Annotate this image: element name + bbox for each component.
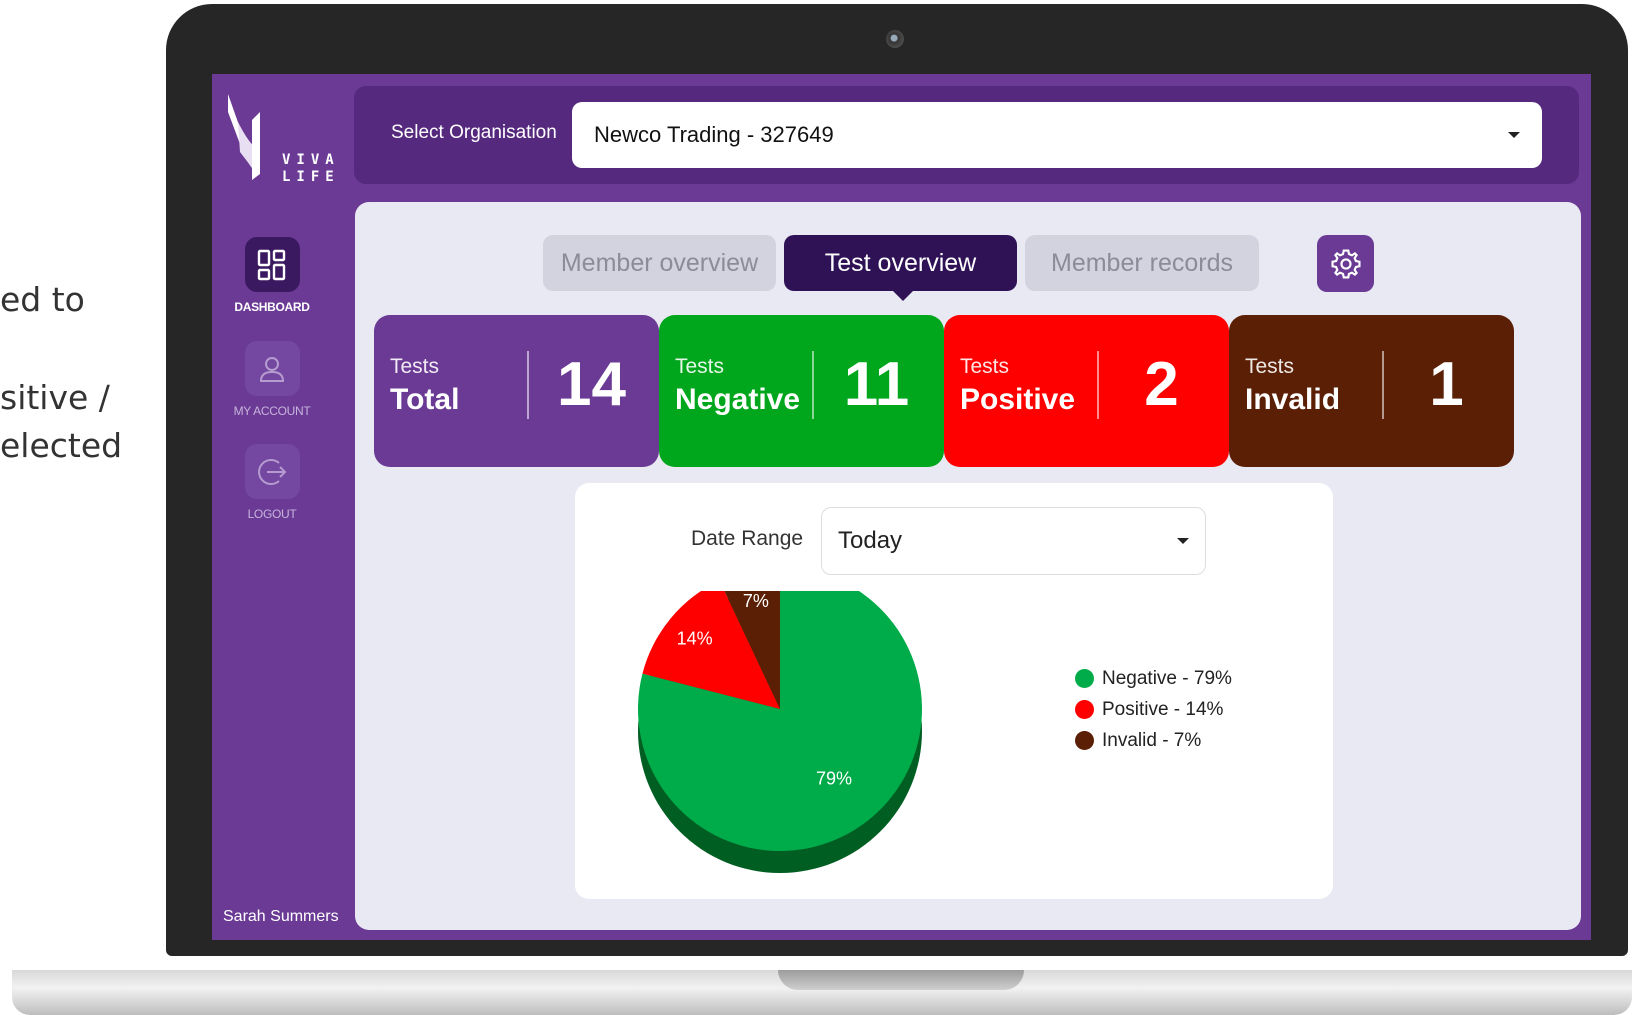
divider <box>812 351 814 419</box>
sidebar-item-label: MY ACCOUNT <box>233 404 311 418</box>
chevron-down-icon <box>1177 538 1189 544</box>
stat-card-value: 11 <box>843 350 910 419</box>
date-range-select[interactable]: Today <box>821 507 1206 575</box>
sidebar-item-logout[interactable]: LOGOUT <box>212 444 332 521</box>
stat-card-title: Total <box>390 383 460 416</box>
viva-life-logo[interactable]: VIVA LIFE <box>226 92 334 185</box>
legend-label: Invalid - 7% <box>1102 729 1202 751</box>
stat-card-positive: Tests Positive 2 <box>944 315 1229 467</box>
stat-card-caption: Tests <box>675 355 725 378</box>
legend-swatch <box>1075 669 1094 688</box>
organisation-bar: Select Organisation Newco Trading - 3276… <box>354 86 1579 184</box>
stat-card-caption: Tests <box>1245 355 1295 378</box>
side-text-1: ed to <box>0 280 85 319</box>
active-tab-pointer <box>893 291 913 301</box>
sidebar-item-label: DASHBOARD <box>234 300 310 314</box>
organisation-value: Newco Trading - 327649 <box>594 122 834 147</box>
tab-member-overview[interactable]: Member overview <box>543 235 776 291</box>
stat-card-caption: Tests <box>960 355 1010 378</box>
divider <box>527 351 529 419</box>
legend-label: Negative - 79% <box>1102 667 1232 689</box>
app-screen: VIVA LIFE DASHBOARD MY ACCOUNT LOGOUT Sa… <box>212 74 1591 940</box>
logout-icon <box>244 444 300 499</box>
legend-item-positive: Positive - 14% <box>1075 694 1232 725</box>
laptop-notch <box>778 970 1024 990</box>
gear-icon <box>1330 248 1361 279</box>
dashboard-icon <box>244 237 300 292</box>
sidebar-item-my-account[interactable]: MY ACCOUNT <box>212 341 332 418</box>
stat-card-title: Invalid <box>1245 383 1341 416</box>
stat-card-caption: Tests <box>390 355 440 378</box>
legend-swatch <box>1075 700 1094 719</box>
date-range-value: Today <box>838 527 903 554</box>
date-range-label: Date Range <box>691 527 804 550</box>
side-text-2: sitive / <box>0 378 110 417</box>
stat-card-invalid: Tests Invalid 1 <box>1229 315 1514 467</box>
tab-test-overview[interactable]: Test overview <box>784 235 1017 291</box>
webcam-icon <box>886 30 904 48</box>
stat-card-value: 1 <box>1429 350 1464 419</box>
main-panel: Member overview Test overview Member rec… <box>355 202 1581 930</box>
organisation-select[interactable]: Newco Trading - 327649 <box>572 102 1542 168</box>
user-name: Sarah Summers <box>223 908 339 925</box>
stat-card-value: 2 <box>1144 350 1179 419</box>
legend-swatch <box>1075 731 1094 750</box>
tab-member-records[interactable]: Member records <box>1025 235 1259 291</box>
stat-card-total: Tests Total 14 <box>374 315 659 467</box>
pie-slice-negative-label: 79% <box>816 769 852 789</box>
stat-card-title: Positive <box>960 383 1076 416</box>
legend-item-negative: Negative - 79% <box>1075 663 1232 694</box>
pie-slice-invalid-label: 7% <box>743 591 769 611</box>
stat-card-value: 14 <box>557 350 626 419</box>
sidebar-item-dashboard[interactable]: DASHBOARD <box>212 237 332 314</box>
stat-card-negative: Tests Negative 11 <box>659 315 944 467</box>
legend-item-invalid: Invalid - 7% <box>1075 725 1232 756</box>
chevron-down-icon <box>1508 132 1520 138</box>
chart-panel: Date Range Today 79% 14% 7% Negative - 79%… <box>575 483 1333 899</box>
divider <box>1097 351 1099 419</box>
pie-slice-positive-label: 14% <box>677 628 713 648</box>
sidebar-item-label: LOGOUT <box>247 507 297 521</box>
logo-text: VIVA LIFE <box>282 152 340 185</box>
divider <box>1382 351 1384 419</box>
organisation-label: Select Organisation <box>391 122 557 143</box>
legend-label: Positive - 14% <box>1102 698 1224 720</box>
stat-card-title: Negative <box>675 383 801 416</box>
user-icon <box>244 341 300 396</box>
sidebar: VIVA LIFE DASHBOARD MY ACCOUNT LOGOUT Sa… <box>212 74 352 940</box>
side-text-3: elected <box>0 426 123 465</box>
pie-chart: 79% 14% 7% <box>638 591 922 873</box>
chart-legend: Negative - 79% Positive - 14% Invalid - … <box>1075 663 1232 756</box>
settings-button[interactable] <box>1317 235 1374 292</box>
